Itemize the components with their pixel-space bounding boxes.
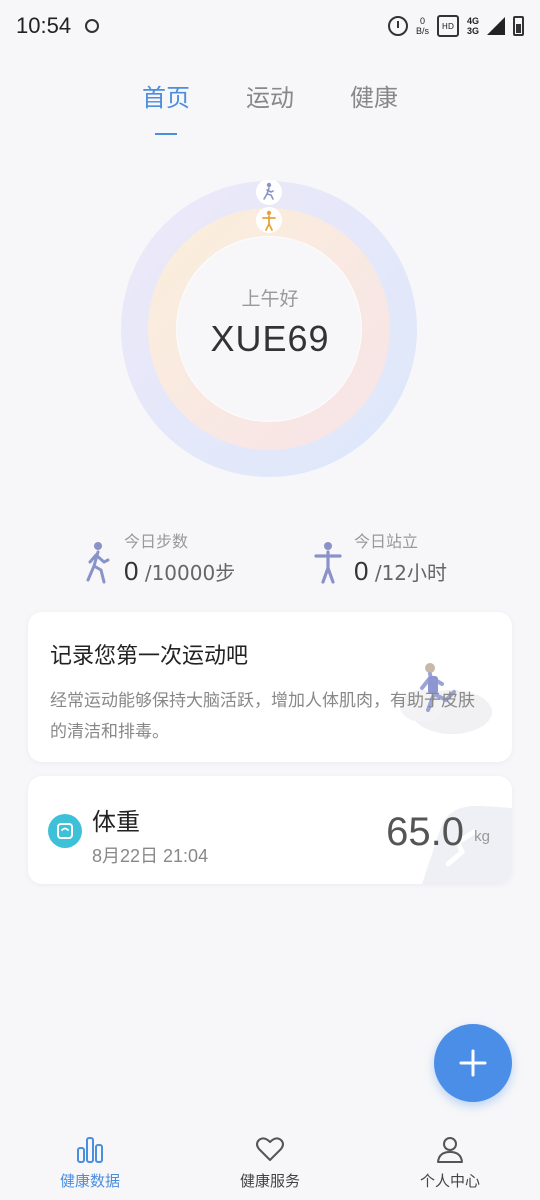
add-button[interactable] bbox=[434, 1024, 512, 1102]
network-speed: 0 B/s bbox=[416, 16, 429, 36]
signal-icon bbox=[487, 17, 505, 35]
weight-card[interactable]: 体重 8月22日 21:04 65.0 kg bbox=[28, 776, 512, 884]
walking-icon bbox=[86, 542, 110, 584]
person-icon bbox=[437, 1137, 463, 1163]
network-type-top: 4G bbox=[466, 16, 479, 26]
status-icons: 0 B/s HD 4G 3G bbox=[387, 15, 524, 37]
plus-icon bbox=[459, 1049, 487, 1077]
nav-health-data[interactable]: 健康数据 bbox=[0, 1122, 180, 1200]
bar-chart-icon bbox=[77, 1137, 103, 1163]
steps-value-row: 0 /10000步 bbox=[124, 556, 235, 587]
bottom-nav: 健康数据 健康服务 个人中心 bbox=[0, 1122, 540, 1200]
weight-value: 65.0 bbox=[386, 810, 464, 854]
battery-icon bbox=[513, 16, 524, 36]
stand-value: 0 bbox=[354, 556, 369, 586]
stand-value-row: 0 /12小时 bbox=[354, 556, 447, 587]
tab-exercise[interactable]: 运动 bbox=[246, 78, 294, 125]
tab-health[interactable]: 健康 bbox=[350, 78, 398, 125]
status-bar: 10:54 0 B/s HD 4G 3G bbox=[0, 0, 540, 52]
network-type: 4G 3G bbox=[467, 16, 479, 36]
alarm-icon bbox=[387, 16, 408, 36]
nav-profile-label: 个人中心 bbox=[419, 1172, 480, 1190]
stand-goal: /12小时 bbox=[374, 561, 448, 585]
top-tabs: 首页 运动 健康 bbox=[0, 78, 540, 135]
exercise-title: 记录您第一次运动吧 bbox=[50, 644, 249, 669]
nav-profile[interactable]: 个人中心 bbox=[360, 1122, 540, 1200]
nav-health-data-label: 健康数据 bbox=[59, 1172, 120, 1190]
weight-title: 体重 bbox=[92, 808, 140, 836]
tab-home[interactable]: 首页 bbox=[142, 78, 190, 135]
standing-icon bbox=[314, 542, 342, 584]
network-type-bottom: 3G bbox=[466, 26, 479, 36]
network-speed-unit: B/s bbox=[415, 26, 429, 36]
status-time: 10:54 bbox=[16, 13, 72, 38]
nav-health-service[interactable]: 健康服务 bbox=[180, 1122, 360, 1200]
stand-label: 今日站立 bbox=[354, 532, 419, 551]
steps-goal: /10000步 bbox=[144, 561, 236, 585]
stand-stat[interactable]: 今日站立 0 /12小时 bbox=[312, 528, 447, 587]
network-speed-value: 0 bbox=[419, 16, 425, 26]
greeting-text: 上午好 bbox=[241, 288, 299, 310]
steps-label: 今日步数 bbox=[124, 532, 189, 551]
username: XUE69 bbox=[210, 318, 330, 359]
weight-unit: kg bbox=[474, 828, 490, 845]
exercise-card[interactable]: 记录您第一次运动吧 经常运动能够保持大脑活跃，增加人体肌肉，有助于皮肤的清洁和排… bbox=[28, 612, 512, 762]
sync-icon bbox=[85, 19, 100, 33]
steps-stat[interactable]: 今日步数 0 /10000步 bbox=[82, 528, 235, 587]
scale-icon bbox=[48, 814, 82, 848]
steps-value: 0 bbox=[124, 556, 139, 586]
nav-health-service-label: 健康服务 bbox=[239, 1172, 300, 1190]
walking-icon bbox=[256, 180, 282, 205]
standing-icon bbox=[256, 207, 282, 233]
exercise-description: 经常运动能够保持大脑活跃，增加人体肌肉，有助于皮肤的清洁和排毒。 bbox=[50, 691, 475, 742]
hd-icon: HD bbox=[436, 15, 459, 37]
heart-icon bbox=[256, 1137, 284, 1161]
weight-date: 8月22日 21:04 bbox=[92, 846, 209, 866]
